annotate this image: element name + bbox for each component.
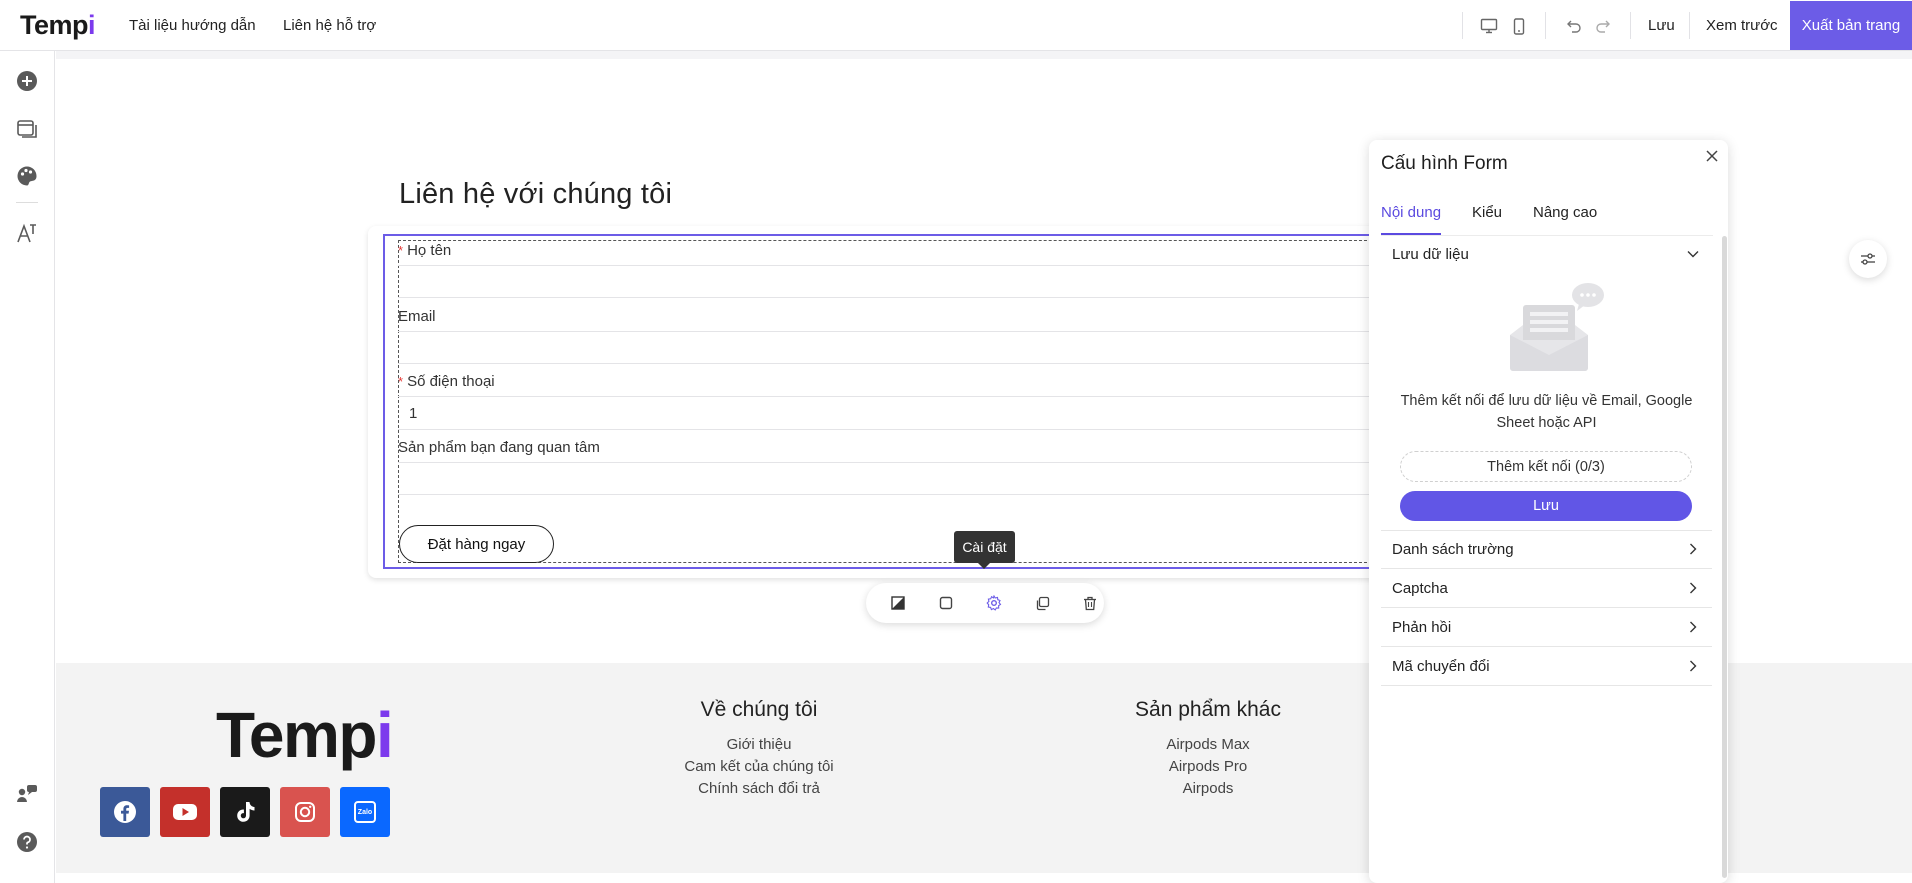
element-toolbar (866, 583, 1104, 623)
panel-scrollbar[interactable] (1722, 236, 1727, 878)
required-mark: * (398, 374, 404, 389)
form-inner-outline (398, 240, 1387, 563)
settings-tooltip: Cài đặt (954, 531, 1015, 569)
tab-content[interactable]: Nội dung (1381, 204, 1441, 221)
chevron-down-icon (1686, 247, 1700, 261)
divider (1630, 12, 1631, 39)
zalo-label: Zalo (354, 801, 376, 823)
redo-icon[interactable] (1593, 16, 1613, 36)
chevron-right-icon (1686, 620, 1700, 634)
divider (1689, 12, 1690, 39)
youtube-icon[interactable] (160, 787, 210, 837)
canvas-top-edge (56, 51, 1912, 59)
border-icon[interactable] (936, 593, 956, 613)
nav-support-link[interactable]: Liên hệ hỗ trợ (283, 17, 376, 34)
top-bar: Tempi Tài liệu hướng dẫn Liên hệ hỗ trợ … (0, 0, 1912, 51)
field-divider (398, 396, 1387, 397)
section-label: Captcha (1392, 580, 1448, 597)
mobile-icon[interactable] (1509, 16, 1529, 36)
save-button[interactable]: Lưu (1648, 17, 1675, 34)
footer-product-link[interactable]: Airpods Max (1108, 736, 1308, 753)
close-icon[interactable] (1702, 146, 1722, 166)
empty-inbox-illustration (1505, 280, 1610, 380)
sliders-icon (1861, 253, 1875, 265)
footer-about-heading: Về chúng tôi (700, 698, 818, 721)
field-divider (398, 462, 1387, 463)
field-label-product[interactable]: Sản phẩm bạn đang quan tâm (398, 439, 600, 456)
section-label: Phản hồi (1392, 619, 1452, 636)
delete-icon[interactable] (1080, 593, 1100, 613)
footer-products-heading: Sản phẩm khác (1135, 698, 1281, 721)
app-logo[interactable]: Tempi (20, 10, 96, 41)
field-divider (398, 265, 1387, 266)
chevron-right-icon (1686, 581, 1700, 595)
publish-button[interactable]: Xuất bản trang (1790, 1, 1912, 50)
required-mark: * (398, 243, 404, 258)
tab-style[interactable]: Kiểu (1472, 204, 1502, 221)
field-value-phone[interactable]: 1 (409, 405, 417, 422)
field-input-phone[interactable] (398, 429, 1387, 430)
section-label: Lưu dữ liệu (1392, 246, 1469, 263)
empty-connection-text: Thêm kết nối để lưu dữ liệu về Email, Go… (1400, 393, 1693, 431)
order-now-button[interactable]: Đặt hàng ngay (399, 525, 554, 563)
footer-logo[interactable]: Tempi (216, 698, 394, 772)
panel-save-button[interactable]: Lưu (1400, 491, 1692, 521)
section-captcha[interactable]: Captcha (1381, 570, 1712, 608)
section-save-data[interactable]: Lưu dữ liệu (1381, 236, 1712, 274)
section-field-list[interactable]: Danh sách trường (1381, 531, 1712, 569)
chevron-right-icon (1686, 542, 1700, 556)
nav-docs-link[interactable]: Tài liệu hướng dẫn (129, 17, 256, 34)
field-label-email[interactable]: Email (398, 308, 436, 325)
duplicate-icon[interactable] (1032, 593, 1052, 613)
section-feedback[interactable]: Phản hồi (1381, 609, 1712, 647)
preview-button[interactable]: Xem trước (1706, 17, 1778, 34)
add-connection-button[interactable]: Thêm kết nối (0/3) (1400, 451, 1692, 482)
help-icon[interactable] (15, 830, 39, 854)
divider (1545, 12, 1546, 39)
section-conversion-code[interactable]: Mã chuyển đổi (1381, 648, 1712, 686)
palette-icon[interactable] (15, 164, 39, 188)
footer-about-link[interactable]: Cam kết của chúng tôi (659, 758, 859, 775)
section-label: Mã chuyển đổi (1392, 658, 1490, 675)
chevron-right-icon (1686, 659, 1700, 673)
divider (16, 202, 38, 203)
instagram-icon[interactable] (280, 787, 330, 837)
footer-about-link[interactable]: Giới thiệu (659, 736, 859, 753)
field-divider (398, 331, 1387, 332)
footer-product-link[interactable]: Airpods Pro (1108, 758, 1308, 775)
tiktok-icon[interactable] (220, 787, 270, 837)
footer-about-link[interactable]: Chính sách đổi trả (659, 780, 859, 797)
adjust-settings-button[interactable] (1849, 240, 1887, 278)
facebook-icon[interactable] (100, 787, 150, 837)
field-input-product[interactable] (398, 494, 1387, 495)
zalo-icon[interactable]: Zalo (340, 787, 390, 837)
field-label-name[interactable]: * Họ tên (398, 242, 451, 259)
form-title: Liên hệ với chúng tôi (399, 178, 673, 210)
add-icon[interactable] (15, 69, 39, 93)
pages-icon[interactable] (15, 117, 39, 141)
panel-title: Cấu hình Form (1381, 153, 1508, 174)
field-label-phone[interactable]: * Số điện thoại (398, 373, 495, 390)
left-sidebar (0, 51, 55, 883)
style-icon[interactable] (888, 593, 908, 613)
footer-product-link[interactable]: Airpods (1108, 780, 1308, 797)
typography-icon[interactable] (15, 221, 39, 245)
field-input-email[interactable] (398, 363, 1387, 364)
tab-advanced[interactable]: Nâng cao (1533, 204, 1597, 221)
community-icon[interactable] (15, 782, 39, 806)
section-label: Danh sách trường (1392, 541, 1514, 558)
desktop-icon[interactable] (1479, 16, 1499, 36)
divider (1462, 12, 1463, 39)
field-input-name[interactable] (398, 297, 1387, 298)
undo-icon[interactable] (1564, 16, 1584, 36)
active-tab-indicator (1381, 233, 1441, 235)
settings-icon[interactable] (984, 593, 1004, 613)
